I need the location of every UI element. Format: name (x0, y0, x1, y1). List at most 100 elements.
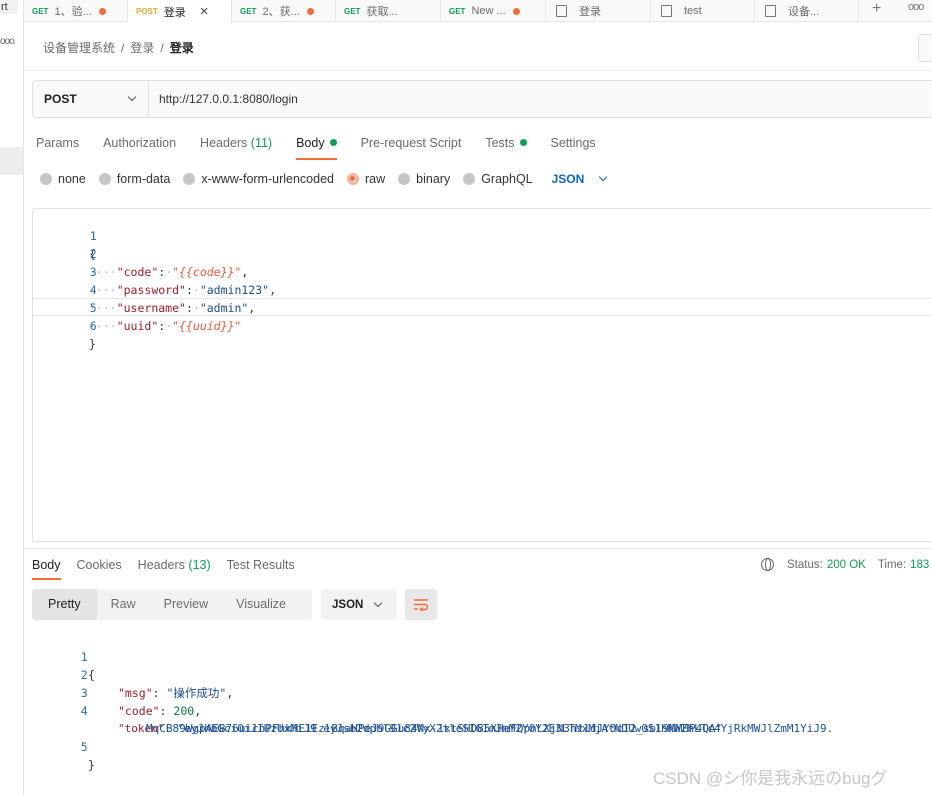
radio-form-data[interactable]: form-data (98, 172, 170, 186)
tab-label: 登录 (579, 6, 601, 18)
radio-icon (40, 173, 52, 185)
raw-language-select[interactable]: JSON (552, 172, 612, 186)
line-number: 5 (80, 740, 88, 754)
code-line: 4 ····"username":·"admin", (33, 263, 255, 315)
code-line: 6 } (33, 299, 97, 351)
json-key: "msg" (118, 686, 153, 700)
line-number: 6 (89, 319, 97, 333)
url-bar: POST http://127.0.0.1:8080/login (32, 80, 932, 118)
tab-post-login[interactable]: POST 登录 × (128, 0, 232, 23)
response-tab-test-results[interactable]: Test Results (227, 558, 295, 578)
tab-label: Headers (200, 136, 248, 150)
tab-settings[interactable]: Settings (551, 136, 596, 158)
tab-body[interactable]: Body (296, 136, 337, 160)
tab-get-fetch[interactable]: GET 2、获... (232, 0, 336, 22)
json-separator: , (248, 301, 256, 315)
code-line: 4 "token": "eyJhbGciOiJIUzUxMiJ9.eyJsb2d… (24, 684, 833, 735)
tab-authorization[interactable]: Authorization (103, 136, 176, 158)
line-number: 4 (80, 704, 88, 718)
status-value[interactable]: 200 OK (827, 559, 866, 571)
header-divider (24, 70, 932, 71)
breadcrumb-folder[interactable]: 登录 (130, 41, 154, 55)
code-line: 2 ····"code":·"{{code}}", (33, 227, 248, 279)
tab-label: Pre-request Script (360, 136, 462, 150)
breadcrumb-collection[interactable]: 设备管理系统 (43, 41, 115, 55)
radio-graphql[interactable]: GraphQL (463, 172, 533, 186)
code-line: 3 "code": 200, (24, 666, 201, 718)
method-badge: GET (32, 6, 49, 16)
json-string-value: MqCB89WgpAEB76uicnPFhkHE1EzlBqaHPeJ9GGu8… (146, 722, 723, 735)
line-number: 2 (89, 247, 97, 261)
code-brace: } (89, 337, 96, 351)
response-divider[interactable] (24, 548, 932, 549)
unsaved-dot-icon (98, 7, 106, 15)
tab-params[interactable]: Params (36, 136, 79, 158)
method-badge: POST (136, 7, 158, 16)
tab-pre-request-script[interactable]: Pre-request Script (361, 136, 462, 158)
tab-headers[interactable]: Headers (11) (200, 136, 272, 158)
radio-raw[interactable]: raw (347, 172, 385, 186)
raw-language-value: JSON (551, 172, 585, 186)
tab-collection-login[interactable]: 登录 (546, 0, 651, 22)
response-tab-body[interactable]: Body (32, 558, 61, 580)
tab-label: Params (36, 136, 80, 150)
new-tab-plus-icon[interactable]: + (872, 0, 881, 18)
tab-count: (11) (250, 136, 273, 150)
collection-icon (556, 5, 567, 17)
method-badge: GET (449, 6, 466, 16)
chevron-down-icon (598, 172, 607, 182)
tab-label: 登录 (163, 6, 186, 19)
code-line: 1 { (33, 209, 97, 261)
radio-selected-icon (347, 173, 359, 185)
line-number: 3 (89, 265, 97, 279)
radio-binary[interactable]: binary (398, 172, 450, 186)
response-tab-headers[interactable]: Headers (13) (138, 558, 211, 578)
tab-environment-test[interactable]: test (651, 0, 755, 22)
response-tab-cookies[interactable]: Cookies (77, 558, 122, 578)
tab-more-icon[interactable]: ooo (908, 0, 924, 14)
url-input[interactable]: http://127.0.0.1:8080/login (149, 92, 298, 106)
wrap-lines-icon (414, 599, 429, 611)
json-key: "uuid" (116, 319, 159, 333)
code-line: 3 ····"password":·"admin123", (33, 245, 276, 297)
sidebar-selected-item[interactable] (0, 147, 23, 175)
json-key: "code" (116, 265, 159, 279)
tab-tests[interactable]: Tests (485, 136, 527, 158)
line-number: 4 (89, 283, 97, 297)
tab-label: Test Results (226, 558, 295, 572)
tab-get-verify[interactable]: GET 1、验... (24, 0, 128, 22)
chevron-down-icon (127, 92, 137, 102)
sidebar-more-icon[interactable]: ooo (0, 36, 15, 47)
close-tab-icon[interactable]: × (200, 3, 209, 20)
status-label: Status: (787, 558, 823, 571)
response-format-select[interactable]: JSON (321, 589, 397, 620)
json-key: "username" (116, 301, 186, 315)
tab-label: Cookies (76, 558, 122, 572)
save-button[interactable] (918, 34, 932, 62)
json-template-value: "{{uuid}}" (172, 319, 242, 333)
view-pretty[interactable]: Pretty (32, 589, 97, 620)
code-brace: } (88, 758, 95, 772)
breadcrumb-separator: / (160, 41, 164, 55)
tab-label: 2、获... (262, 6, 300, 18)
method-select[interactable]: POST (33, 81, 149, 117)
wrap-lines-button[interactable] (405, 589, 437, 620)
globe-icon[interactable] (761, 558, 774, 571)
view-preview[interactable]: Preview (150, 589, 222, 620)
method-value: POST (44, 92, 77, 106)
document-icon (765, 5, 776, 17)
tab-document-device[interactable]: 设备... (755, 0, 859, 22)
view-visualize[interactable]: Visualize (222, 589, 300, 620)
tab-get-new[interactable]: GET New ... (441, 0, 546, 22)
response-body[interactable]: 1 { 2 "msg": "操作成功", 3 "code": 200, 4 "t… (24, 630, 932, 772)
view-raw[interactable]: Raw (97, 589, 150, 620)
time-value[interactable]: 183 (910, 559, 929, 571)
code-line: 5 ····"uuid":·"{{uuid}}" (33, 281, 241, 333)
radio-none[interactable]: none (40, 172, 86, 186)
tab-get-retrieve[interactable]: GET 获取... (336, 0, 441, 22)
request-body-editor[interactable]: 1 { 2 ····"code":·"{{code}}", 3 ····"pas… (32, 208, 932, 542)
active-dot-icon (519, 139, 527, 146)
response-format-value: JSON (332, 598, 364, 611)
json-number-value: 200 (173, 704, 195, 718)
radio-x-www-form-urlencoded[interactable]: x-www-form-urlencoded (183, 172, 334, 186)
